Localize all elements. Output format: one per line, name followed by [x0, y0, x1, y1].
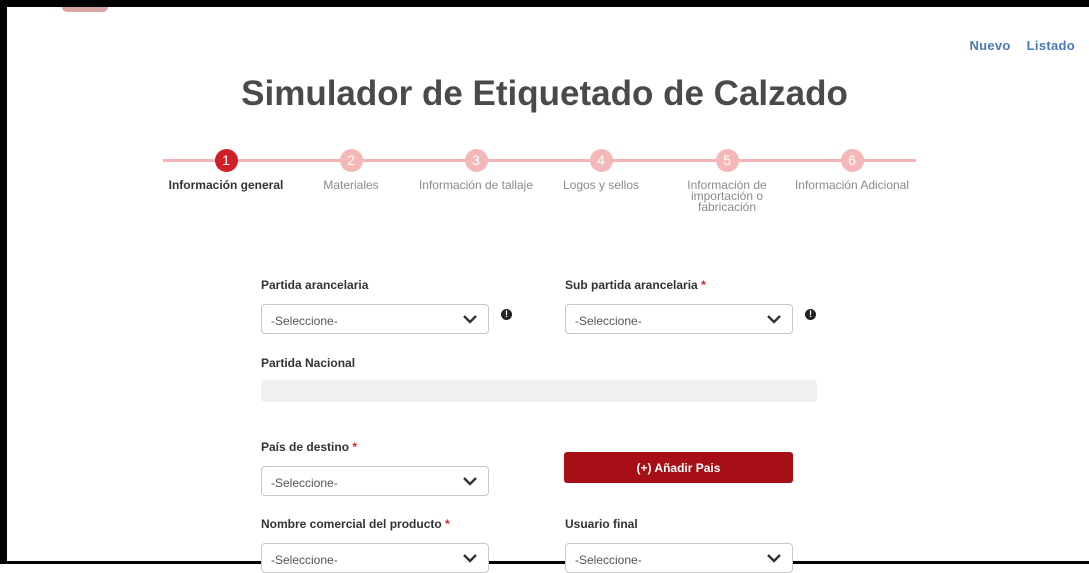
usuario-final-select[interactable]: -Seleccione- — [565, 543, 793, 573]
listado-link[interactable]: Listado — [1027, 38, 1075, 53]
step-number: 2 — [339, 149, 363, 172]
top-nav: Nuevo Listado — [969, 38, 1075, 53]
partida-arancelaria-select[interactable]: -Seleccione- — [261, 304, 489, 334]
step-logos-sellos[interactable]: 4 Logos y sellos — [526, 149, 676, 191]
label-text: Nombre comercial del producto — [261, 517, 442, 531]
pais-destino-select[interactable]: -Seleccione- — [261, 466, 489, 496]
chevron-down-icon — [463, 315, 477, 324]
required-mark: * — [701, 278, 706, 292]
chevron-down-icon — [463, 477, 477, 486]
partida-arancelaria-label: Partida arancelaria — [261, 278, 368, 292]
nombre-comercial-label: Nombre comercial del producto * — [261, 517, 450, 531]
label-text: País de destino — [261, 440, 350, 454]
label-text: Partida arancelaria — [261, 278, 369, 292]
sub-partida-arancelaria-label: Sub partida arancelaria * — [565, 278, 706, 292]
nuevo-link[interactable]: Nuevo — [969, 38, 1010, 53]
chevron-down-icon — [767, 554, 781, 563]
select-value: -Seleccione- — [575, 553, 642, 567]
usuario-final-label: Usuario final — [565, 517, 638, 531]
step-label: Información Adicional — [794, 178, 910, 192]
select-value: -Seleccione- — [271, 553, 338, 567]
partida-nacional-label: Partida Nacional — [261, 356, 355, 370]
nombre-comercial-select[interactable]: -Seleccione- — [261, 543, 489, 573]
select-value: -Seleccione- — [271, 314, 338, 328]
step-number: 5 — [715, 149, 739, 172]
page-title: Simulador de Etiquetado de Calzado — [241, 74, 848, 113]
window-top-border — [0, 0, 1089, 7]
sub-partida-arancelaria-select[interactable]: -Seleccione- — [565, 304, 793, 334]
required-mark: * — [352, 440, 358, 454]
step-number: 1 — [214, 149, 238, 172]
label-text: Sub partida arancelaria — [565, 278, 698, 292]
label-text: Partida Nacional — [261, 356, 356, 370]
info-icon[interactable]: ! — [501, 309, 512, 320]
select-value: -Seleccione- — [271, 476, 338, 490]
step-number: 6 — [840, 149, 864, 172]
step-label: Información de importación o fabricación — [687, 178, 767, 214]
label-text: Usuario final — [565, 517, 638, 531]
chevron-down-icon — [767, 315, 781, 324]
select-value: -Seleccione- — [575, 314, 642, 328]
logo-fragment — [62, 7, 108, 12]
partida-nacional-field — [261, 380, 817, 402]
info-icon[interactable]: ! — [805, 309, 816, 320]
step-informacion-adicional[interactable]: 6 Información Adicional — [777, 149, 927, 191]
required-mark: * — [445, 517, 450, 531]
step-number: 4 — [589, 149, 613, 172]
step-number: 3 — [464, 149, 488, 172]
pais-destino-label: País de destino * — [261, 440, 357, 454]
chevron-down-icon — [463, 554, 477, 563]
add-country-button[interactable]: (+) Añadir Pais — [564, 452, 793, 483]
step-label: Logos y sellos — [562, 178, 640, 192]
step-importacion-fabricacion[interactable]: 5 Información de importación o fabricaci… — [677, 149, 777, 213]
